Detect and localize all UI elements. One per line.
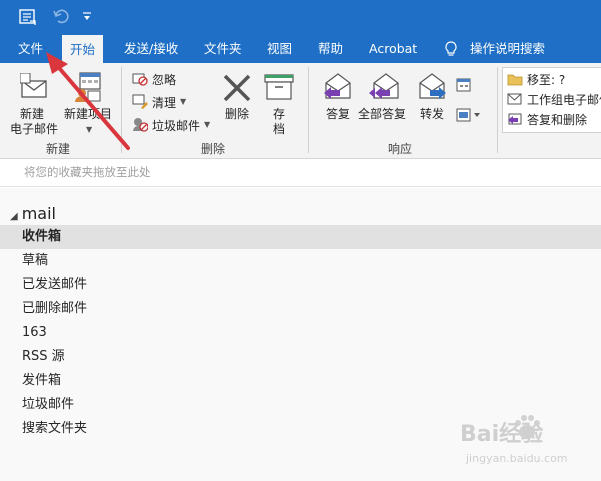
account-name: mail (21, 204, 56, 223)
quick-step-team-email[interactable]: 工作组电子邮件 (505, 90, 601, 108)
folder-drafts[interactable]: 草稿 (0, 249, 601, 273)
folder-163[interactable]: 163 (0, 321, 601, 345)
tell-me-search[interactable]: 操作说明搜索 (470, 34, 545, 63)
customize-toolbar-icon[interactable] (82, 12, 92, 22)
cleanup-caret-icon: ▼ (180, 97, 187, 106)
folder-inbox[interactable]: 收件箱 (0, 225, 601, 249)
quick-step-team-email-label: 工作组电子邮件 (527, 93, 601, 107)
group-label-delete: 删除 (201, 142, 226, 156)
team-email-icon (507, 93, 522, 105)
outlook-window: 文件 开始 发送/接收 文件夹 视图 帮助 Acrobat 操作说明搜索 新建 … (0, 0, 601, 481)
delete-button[interactable]: 删除 (218, 69, 256, 135)
junk-caret-icon: ▼ (204, 120, 211, 129)
forward-button[interactable]: 转发 (414, 69, 450, 121)
undo-icon[interactable] (52, 7, 70, 25)
forward-label: 转发 (420, 107, 445, 121)
collapse-triangle-icon[interactable]: ◢ (10, 211, 18, 222)
lightbulb-icon (445, 41, 457, 56)
account-header[interactable]: ◢ mail (10, 204, 56, 223)
send-receive-all-icon[interactable] (18, 7, 38, 27)
favorites-placeholder: 将您的收藏夹拖放至此处 (24, 165, 151, 179)
reply-all-label: 全部答复 (358, 107, 407, 121)
reply-all-icon (369, 73, 399, 99)
favorites-drop-zone[interactable]: 将您的收藏夹拖放至此处 (0, 159, 601, 187)
forward-icon (419, 73, 446, 99)
quick-step-reply-delete-label: 答复和删除 (527, 113, 588, 127)
divider (308, 67, 309, 153)
archive-button[interactable]: 存 档 (262, 69, 296, 136)
tab-folder[interactable]: 文件夹 (204, 34, 242, 63)
quick-step-move-to[interactable]: 移至: ? (505, 70, 601, 88)
quick-steps-gallery: 移至: ? 工作组电子邮件 答复和删除 (502, 67, 601, 133)
watermark-brand: Bai经验 (460, 422, 544, 447)
folder-icon (507, 74, 523, 86)
tab-help[interactable]: 帮助 (318, 34, 343, 63)
reply-icon (324, 73, 351, 99)
more-respond-icon[interactable] (456, 107, 482, 123)
tab-view[interactable]: 视图 (267, 34, 292, 63)
tab-acrobat[interactable]: Acrobat (369, 34, 417, 63)
ignore-button[interactable]: 忽略 (130, 69, 200, 89)
reply-delete-icon (508, 113, 522, 125)
meeting-icon[interactable] (456, 77, 472, 93)
quick-step-reply-delete[interactable]: 答复和删除 (505, 110, 601, 128)
divider (497, 67, 498, 153)
cleanup-label: 清理 (152, 96, 177, 110)
quick-step-move-to-label: 移至: ? (527, 73, 566, 87)
folder-rss[interactable]: RSS 源 (0, 345, 601, 369)
folder-sent[interactable]: 已发送邮件 (0, 273, 601, 297)
junk-label: 垃圾邮件 (152, 119, 201, 133)
title-bar (0, 0, 601, 34)
watermark-url: jingyan.baidu.com (466, 452, 568, 465)
reply-all-button[interactable]: 全部答复 (358, 69, 412, 121)
archive-icon (264, 74, 294, 100)
ignore-label: 忽略 (152, 73, 177, 87)
junk-button[interactable]: 垃圾邮件 ▼ (130, 115, 214, 135)
folder-outbox[interactable]: 发件箱 (0, 369, 601, 393)
archive-label-2: 档 (273, 122, 286, 136)
group-label-respond: 响应 (388, 142, 413, 156)
reply-label: 答复 (326, 107, 351, 121)
delete-icon (223, 74, 251, 101)
annotation-arrow (46, 52, 130, 150)
folder-junk[interactable]: 垃圾邮件 (0, 393, 601, 417)
delete-label: 删除 (225, 107, 250, 121)
folder-deleted[interactable]: 已删除邮件 (0, 297, 601, 321)
cleanup-button[interactable]: 清理 ▼ (130, 92, 200, 112)
reply-button[interactable]: 答复 (318, 69, 358, 121)
